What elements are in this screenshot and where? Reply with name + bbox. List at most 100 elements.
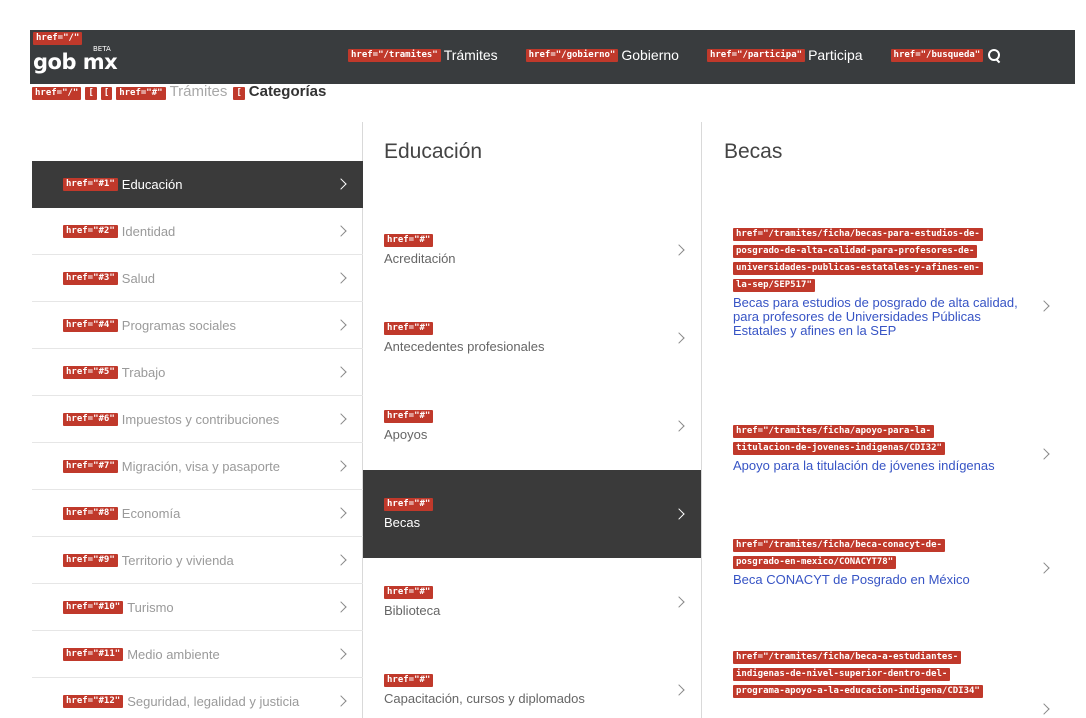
href-tag: href="#"	[384, 498, 434, 511]
category-item-seguridad[interactable]: href="#12" Seguridad, legalidad y justic…	[32, 678, 363, 718]
href-tag: href="/tramites/ficha/becas-para-estudio…	[733, 228, 983, 241]
href-tag: href="#"	[384, 410, 434, 423]
top-navbar: href="/" gob mx BETA href="/tramites" Tr…	[30, 30, 1075, 84]
subcategory-item-antecedentes[interactable]: href="#" Antecedentes profesionales	[363, 294, 701, 382]
procedure-item[interactable]: href="/tramites/ficha/becas-para-estudio…	[702, 228, 1072, 338]
href-tag: href="/busqueda"	[890, 48, 984, 62]
chevron-right-icon	[1038, 300, 1050, 312]
href-tag: href="#1"	[63, 177, 118, 191]
chevron-right-icon	[335, 695, 347, 707]
chevron-right-icon	[1038, 448, 1050, 460]
subcategory-item-acreditacion[interactable]: href="#" Acreditación	[363, 206, 701, 294]
procedure-column-title: Becas	[724, 140, 783, 163]
chevron-right-icon	[335, 413, 347, 425]
category-label: Trabajo	[121, 364, 166, 380]
href-tag: href="#3"	[63, 271, 118, 285]
category-label: Turismo	[127, 599, 174, 615]
category-label: Medio ambiente	[127, 646, 220, 662]
category-label: Impuestos y contribuciones	[121, 411, 280, 427]
nav-tramites[interactable]: href="/tramites" Trámites	[348, 47, 498, 63]
subcategory-item-capacitacion[interactable]: href="#" Capacitación, cursos y diplomad…	[363, 646, 701, 718]
nav-participa[interactable]: href="/participa" Participa	[706, 47, 863, 63]
category-label: Educación	[121, 176, 183, 192]
nav-gobierno[interactable]: href="/gobierno" Gobierno	[525, 47, 679, 63]
href-tag: href="#4"	[63, 318, 118, 332]
category-item-programas-sociales[interactable]: href="#4" Programas sociales	[32, 302, 363, 349]
breadcrumb-separator: [	[233, 87, 245, 100]
href-tag: href="/gobierno"	[525, 48, 619, 62]
logo-text: gob mx	[33, 50, 118, 74]
href-tag: href="#9"	[63, 553, 118, 567]
category-item-medio-ambiente[interactable]: href="#11" Medio ambiente	[32, 631, 363, 678]
breadcrumb-separator: [	[100, 87, 113, 100]
href-tag: href="#12"	[63, 694, 124, 708]
column-divider	[701, 122, 702, 718]
subcategory-item-apoyos[interactable]: href="#" Apoyos	[363, 382, 701, 470]
href-tag: universidades-publicas-estatales-y-afine…	[733, 262, 983, 275]
category-item-migracion[interactable]: href="#7" Migración, visa y pasaporte	[32, 443, 363, 490]
category-label: Economía	[121, 505, 181, 521]
breadcrumb: href="/" [ [ href="#" Trámites [ Categor…	[32, 84, 326, 100]
procedure-link[interactable]: Becas para estudios de posgrado de alta …	[733, 296, 1036, 338]
procedure-link[interactable]: Beca CONACYT de Posgrado en México	[733, 573, 1036, 587]
subcategory-label: Apoyos	[384, 427, 428, 442]
subcategory-item-becas[interactable]: href="#" Becas	[363, 470, 701, 558]
breadcrumb-home-link[interactable]: href="/"	[32, 87, 82, 100]
category-item-impuestos[interactable]: href="#6" Impuestos y contribuciones	[32, 396, 363, 443]
href-tag: programa-apoyo-a-la-educacion-indigena/C…	[733, 685, 983, 698]
category-item-trabajo[interactable]: href="#5" Trabajo	[32, 349, 363, 396]
breadcrumb-current: Categorías	[248, 84, 327, 100]
subcategory-item-biblioteca[interactable]: href="#" Biblioteca	[363, 558, 701, 646]
category-label: Seguridad, legalidad y justicia	[127, 693, 300, 709]
href-tag: href="/tramites/ficha/apoyo-para-la-	[733, 425, 935, 438]
chevron-right-icon	[335, 225, 347, 237]
href-tag: href="/tramites"	[348, 48, 441, 62]
subcategory-list: href="#" Acreditación href="#" Anteceden…	[363, 206, 701, 718]
subcategory-column-title: Educación	[384, 140, 483, 163]
chevron-right-icon	[335, 366, 347, 378]
chevron-right-icon	[335, 554, 347, 566]
href-tag: href="#"	[384, 322, 434, 335]
href-tag: href="#5"	[63, 365, 118, 379]
subcategory-label: Capacitación, cursos y diplomados	[384, 691, 585, 706]
nav-search[interactable]: href="/busqueda"	[890, 48, 1002, 62]
breadcrumb-tramites[interactable]: Trámites	[170, 84, 228, 100]
href-tag: href="#8"	[63, 506, 118, 520]
href-tag: href="#"	[384, 674, 434, 687]
procedure-link[interactable]: Apoyo para la titulación de jóvenes indí…	[733, 459, 1036, 473]
nav-label: Trámites	[443, 47, 498, 63]
href-tag: posgrado-de-alta-calidad-para-profesores…	[733, 245, 978, 258]
category-item-identidad[interactable]: href="#2" Identidad	[32, 208, 363, 255]
procedure-item[interactable]: href="/tramites/ficha/apoyo-para-la- tit…	[702, 425, 1072, 473]
subcategory-label: Antecedentes profesionales	[384, 339, 545, 354]
logo-link[interactable]: href="/"	[33, 32, 83, 45]
category-item-educacion[interactable]: href="#1" Educación	[32, 161, 363, 208]
chevron-right-icon	[335, 601, 347, 613]
href-tag: titulacion-de-jovenes-indigenas/CDI32"	[733, 442, 945, 455]
href-tag: href="/tramites/ficha/beca-a-estudiantes…	[733, 651, 962, 664]
subcategory-label: Acreditación	[384, 251, 456, 266]
category-item-territorio[interactable]: href="#9" Territorio y vivienda	[32, 537, 363, 584]
category-item-economia[interactable]: href="#8" Economía	[32, 490, 363, 537]
chevron-right-icon	[1038, 562, 1050, 574]
category-item-turismo[interactable]: href="#10" Turismo	[32, 584, 363, 631]
href-tag: href="#11"	[63, 647, 124, 661]
nav-label: Participa	[808, 47, 863, 63]
href-tag: href="/participa"	[706, 48, 806, 62]
beta-badge: BETA	[93, 45, 111, 53]
gobmx-logo[interactable]: gob mx BETA	[33, 45, 118, 74]
href-tag: href="#10"	[63, 600, 124, 614]
chevron-right-icon	[335, 648, 347, 660]
chevron-right-icon	[335, 319, 347, 331]
breadcrumb-tramites-tag[interactable]: href="#"	[116, 87, 166, 100]
category-item-salud[interactable]: href="#3" Salud	[32, 255, 363, 302]
chevron-right-icon	[335, 272, 347, 284]
category-label: Migración, visa y pasaporte	[121, 458, 281, 474]
category-menu: href="#1" Educación href="#2" Identidad …	[32, 161, 363, 718]
category-label: Programas sociales	[121, 317, 236, 333]
procedure-item[interactable]: href="/tramites/ficha/beca-a-estudiantes…	[702, 651, 1072, 715]
procedure-item[interactable]: href="/tramites/ficha/beca-conacyt-de- p…	[702, 539, 1072, 587]
search-icon[interactable]	[988, 48, 1001, 62]
href-tag: href="/"	[33, 32, 83, 45]
category-label: Territorio y vivienda	[121, 552, 234, 568]
